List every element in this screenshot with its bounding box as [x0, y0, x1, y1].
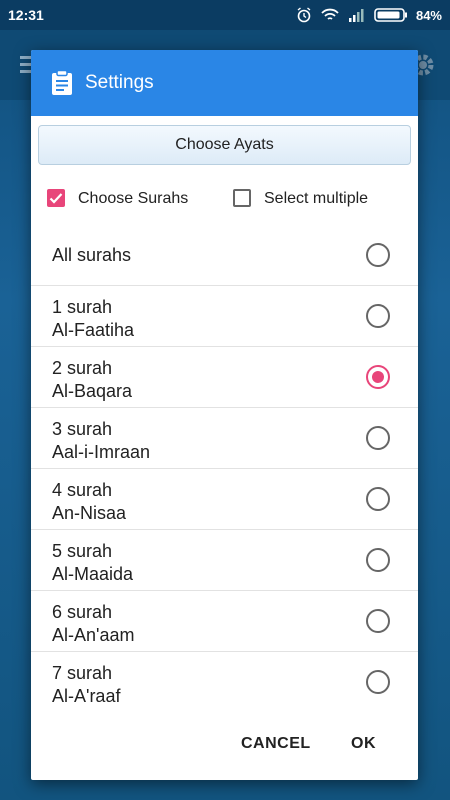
alarm-icon — [297, 7, 311, 23]
radio-button[interactable] — [366, 670, 390, 694]
list-item[interactable]: 2 surah Al-Baqara — [31, 347, 418, 408]
list-item-label: 6 surah Al-An'aam — [52, 601, 134, 647]
surah-name: An-Nisaa — [52, 503, 127, 523]
wifi-icon — [321, 8, 339, 20]
list-item[interactable]: 6 surah Al-An'aam — [31, 591, 418, 652]
status-bar: 12:31 84% — [0, 0, 450, 30]
list-item-all-surahs[interactable]: All surahs — [31, 225, 418, 286]
radio-button[interactable] — [366, 548, 390, 572]
list-item[interactable]: 4 surah An-Nisaa — [31, 469, 418, 530]
select-multiple-checkbox[interactable] — [233, 189, 251, 207]
list-item[interactable]: 3 surah Aal-i-Imraan — [31, 408, 418, 469]
list-item-label: 2 surah Al-Baqara — [52, 357, 132, 403]
surah-name: Al-Faatiha — [52, 320, 135, 340]
surah-name: Al-An'aam — [52, 625, 135, 645]
surah-list: All surahs 1 surah Al-Faatiha 2 surah Al… — [31, 225, 418, 713]
battery-icon — [374, 8, 407, 22]
surah-name: Al-Maaida — [52, 564, 134, 584]
surah-name: Al-Baqara — [52, 381, 133, 401]
surah-name: Al-A'raaf — [52, 686, 121, 706]
list-item-label: 5 surah Al-Maaida — [52, 540, 133, 586]
list-item[interactable]: 7 surah Al-A'raaf — [31, 652, 418, 713]
list-item-label: All surahs — [52, 245, 132, 265]
list-item-label: 4 surah An-Nisaa — [52, 479, 126, 525]
surah-number: 2 surah — [52, 358, 113, 378]
surah-number: 1 surah — [52, 297, 113, 317]
radio-button[interactable] — [366, 426, 390, 450]
signal-icon — [348, 9, 364, 22]
surah-number: 6 surah — [52, 602, 113, 622]
cancel-button[interactable]: CANCEL — [241, 735, 311, 753]
battery-percent: 84% — [415, 7, 442, 23]
ok-button[interactable]: OK — [351, 735, 376, 753]
choose-ayats-button[interactable]: Choose Ayats — [38, 125, 411, 165]
clipboard-icon — [52, 70, 72, 95]
radio-button-selected[interactable] — [366, 365, 390, 389]
radio-button[interactable] — [366, 304, 390, 328]
radio-button[interactable] — [366, 243, 390, 267]
status-time: 12:31 — [8, 7, 44, 23]
dialog-header: Settings — [31, 50, 418, 116]
checkmark-icon — [49, 193, 63, 204]
list-item[interactable]: 1 surah Al-Faatiha — [31, 286, 418, 347]
select-multiple-label[interactable]: Select multiple — [264, 189, 368, 209]
surah-number: 3 surah — [52, 419, 113, 439]
dialog-title: Settings — [85, 72, 154, 93]
radio-button[interactable] — [366, 487, 390, 511]
list-item-label: 3 surah Aal-i-Imraan — [52, 418, 150, 464]
list-item[interactable]: 5 surah Al-Maaida — [31, 530, 418, 591]
surah-number: 4 surah — [52, 480, 113, 500]
status-icons: 84% — [296, 7, 442, 23]
list-item-label: 7 surah Al-A'raaf — [52, 662, 120, 708]
choose-surahs-label[interactable]: Choose Surahs — [78, 189, 188, 209]
settings-dialog: Settings Choose Ayats Choose Surahs Sele… — [31, 50, 418, 780]
surah-number: 7 surah — [52, 663, 113, 683]
list-item-label: 1 surah Al-Faatiha — [52, 296, 134, 342]
radio-button[interactable] — [366, 609, 390, 633]
surah-number: 5 surah — [52, 541, 113, 561]
choose-surahs-checkbox[interactable] — [47, 189, 65, 207]
surah-name: Aal-i-Imraan — [52, 442, 151, 462]
